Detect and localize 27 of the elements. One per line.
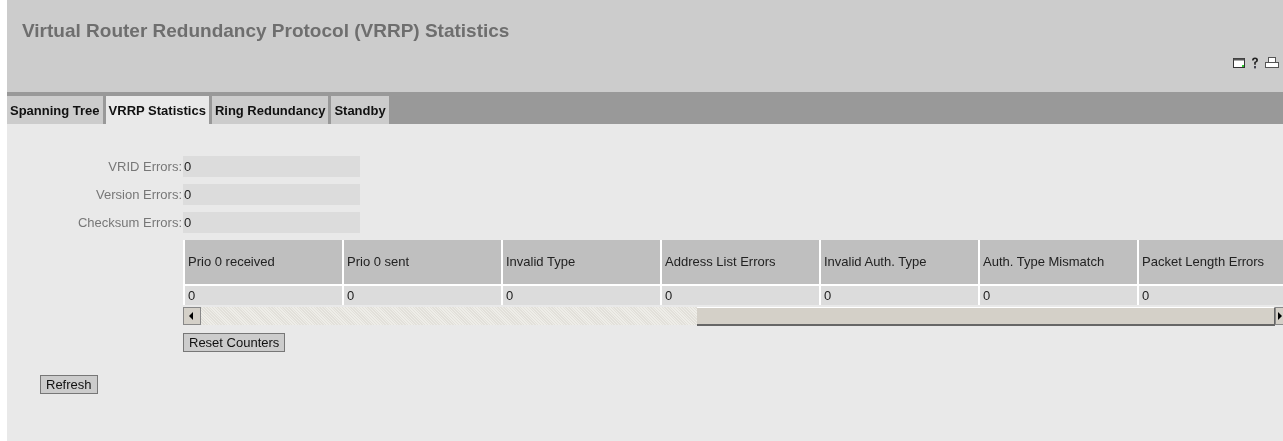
column-header: Prio 0 received [184,240,343,285]
tab[interactable]: Ring Redundancy [211,96,329,124]
tab[interactable]: Standby [331,96,389,124]
tab[interactable]: Spanning Tree [7,96,103,124]
field-value: 0 [183,212,360,233]
column-header: Prio 0 sent [343,240,502,285]
refresh-button[interactable]: Refresh [40,375,98,394]
print-icon[interactable] [1265,57,1279,69]
reset-counters-button[interactable]: Reset Counters [183,333,286,352]
column-header: Auth. Type Mismatch [979,240,1138,285]
field-value: 0 [183,156,360,177]
scroll-left-icon[interactable] [183,307,201,325]
field-label: VRID Errors: [107,158,183,176]
help-icon[interactable] [1251,57,1259,69]
column-header: Packet Length Errors [1138,240,1283,285]
scroll-right-icon[interactable] [1275,307,1283,325]
tab[interactable]: VRRP Statistics [105,96,209,124]
table-cell: 0 [184,285,343,305]
column-header: Address List Errors [661,240,820,285]
field-value: 0 [183,184,360,205]
field-label: Version Errors: [95,186,183,204]
column-header: Invalid Type [502,240,661,285]
window-icon[interactable] [1233,58,1245,68]
field-label: Checksum Errors: [76,214,183,232]
horizontal-scrollbar[interactable] [183,307,1283,325]
column-header: Invalid Auth. Type [820,240,979,285]
page-title: Virtual Router Redundancy Protocol (VRRP) Statistics [22,20,510,42]
